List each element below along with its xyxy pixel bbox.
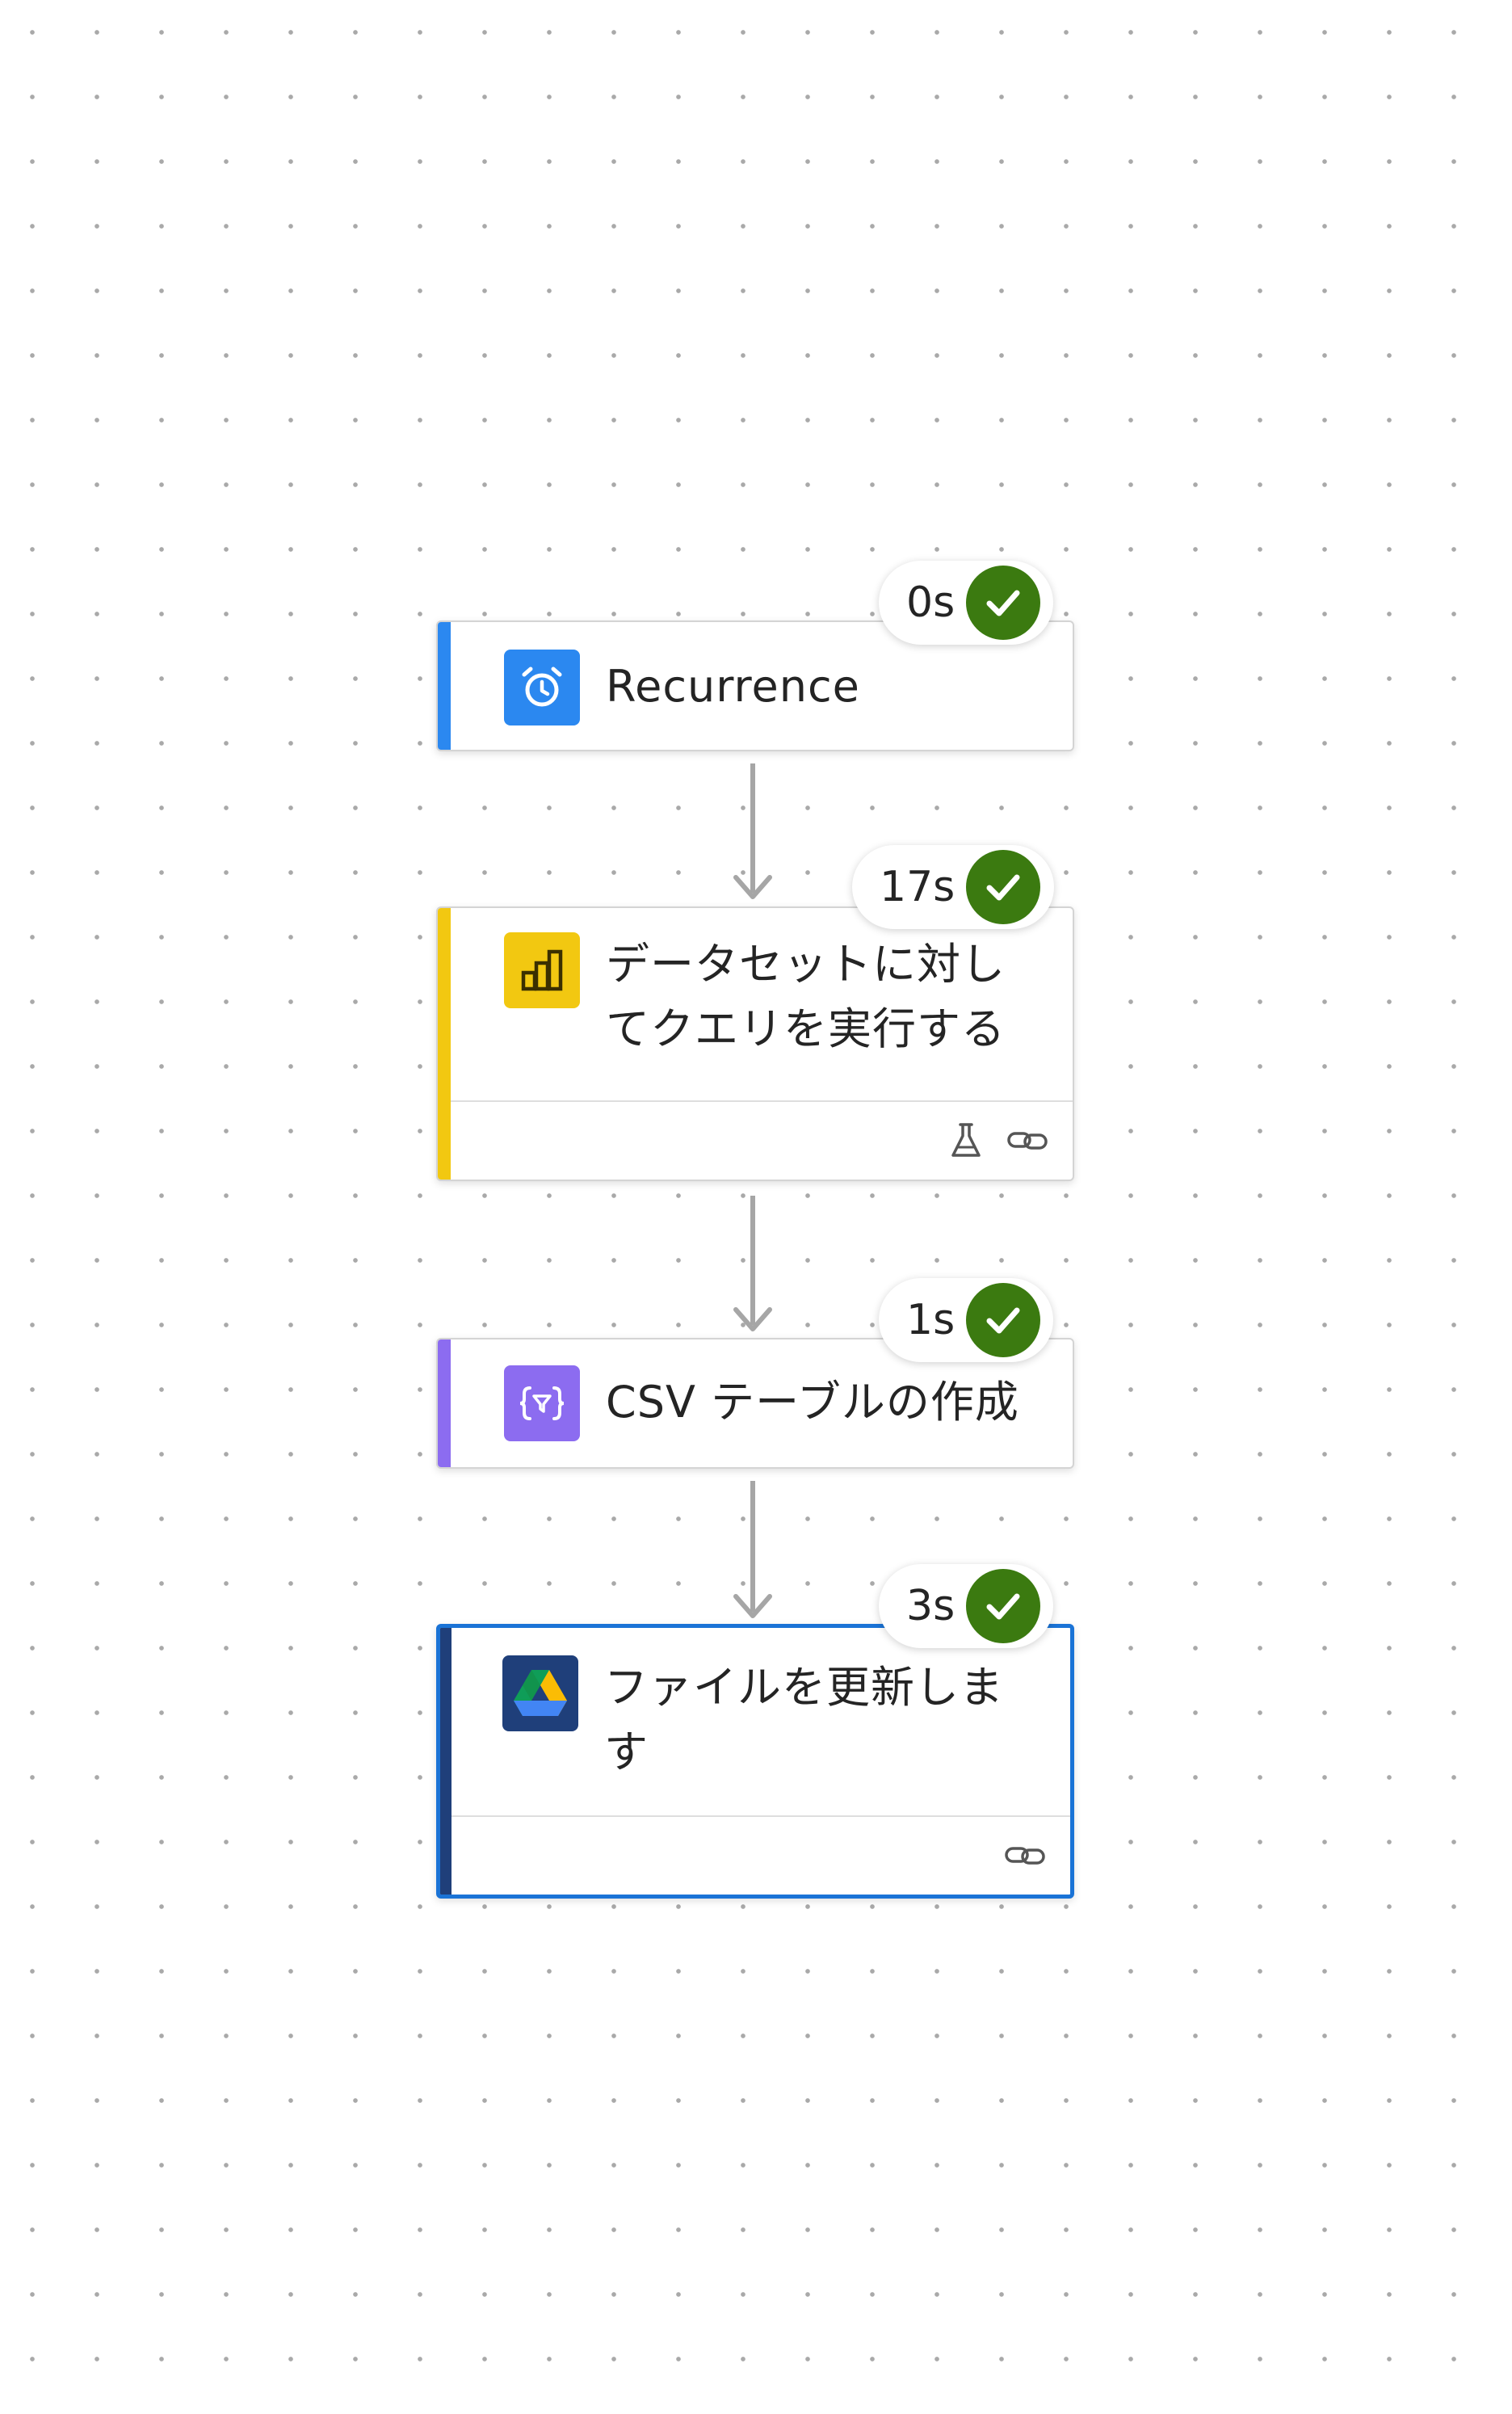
data-operation-icon: [504, 1365, 580, 1441]
step-card-run-query[interactable]: データセットに対してクエリを実行する: [436, 906, 1074, 1181]
step-card-update-file[interactable]: ファイルを更新します: [436, 1624, 1074, 1899]
check-icon: [966, 1569, 1041, 1643]
link-icon[interactable]: [1004, 1841, 1046, 1870]
step-title: データセットに対してクエリを実行する: [606, 939, 1006, 1054]
step-title: CSV テーブルの作成: [606, 1377, 1019, 1428]
arrow-down-icon: [733, 1307, 772, 1331]
step-title: ファイルを更新します: [604, 1662, 1004, 1777]
google-drive-icon: [502, 1655, 578, 1731]
flow-canvas[interactable]: Recurrence 0s データセットに対してクエリを実行する 17s CSV…: [0, 0, 1512, 2414]
power-bi-icon: [504, 932, 580, 1008]
run-status-badge: 0s: [879, 561, 1053, 645]
duration-label: 1s: [906, 1296, 956, 1344]
run-status-badge: 3s: [879, 1564, 1053, 1648]
duration-label: 0s: [906, 578, 956, 627]
link-icon[interactable]: [1006, 1126, 1048, 1155]
flask-icon[interactable]: [948, 1121, 984, 1160]
card-footer: [452, 1815, 1070, 1895]
check-icon: [966, 1283, 1041, 1357]
duration-label: 17s: [880, 863, 956, 911]
check-icon: [966, 566, 1041, 640]
alarm-clock-icon: [504, 650, 580, 725]
arrow-down-icon: [733, 875, 772, 899]
check-icon: [966, 850, 1041, 924]
arrow-down-icon: [733, 1594, 772, 1618]
duration-label: 3s: [906, 1582, 956, 1630]
step-title: Recurrence: [606, 661, 860, 712]
card-footer: [451, 1100, 1073, 1180]
run-status-badge: 17s: [852, 845, 1054, 929]
run-status-badge: 1s: [879, 1278, 1053, 1362]
